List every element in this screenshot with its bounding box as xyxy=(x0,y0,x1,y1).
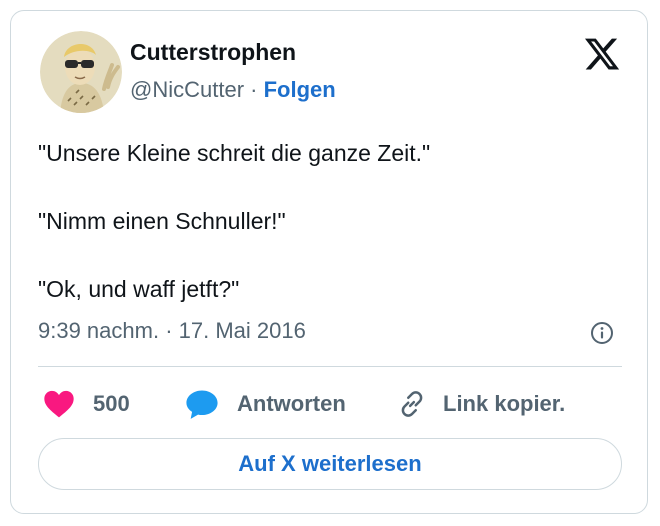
tweet-line: "Unsere Kleine schreit die ganze Zeit." xyxy=(38,140,431,166)
reply-button[interactable]: Antworten xyxy=(185,387,346,421)
author-handle[interactable]: @NicCutter xyxy=(130,77,244,102)
tweet-line: "Ok, und waff jetft?" xyxy=(38,276,240,302)
link-icon xyxy=(401,391,423,417)
x-logo-icon[interactable] xyxy=(583,35,621,73)
follow-link[interactable]: Folgen xyxy=(264,77,336,102)
tweet-timestamp[interactable]: 9:39 nachm. · 17. Mai 2016 xyxy=(38,318,306,344)
like-count: 500 xyxy=(93,391,130,416)
reply-label: Antworten xyxy=(237,391,346,416)
author-name[interactable]: Cutterstrophen xyxy=(130,39,296,66)
speech-bubble-icon xyxy=(186,390,218,419)
author-avatar[interactable] xyxy=(40,31,122,113)
like-button[interactable]: 500 xyxy=(43,387,130,421)
illustrated-avatar-icon xyxy=(40,31,122,113)
divider xyxy=(38,366,622,367)
separator-dot: · xyxy=(250,77,258,102)
author-handle-row: @NicCutter · Folgen xyxy=(130,77,336,103)
tweet-text: "Unsere Kleine schreit die ganze Zeit." … xyxy=(38,138,430,304)
read-more-button[interactable]: Auf X weiterlesen xyxy=(38,438,622,490)
copy-link-label: Link kopier. xyxy=(443,391,566,416)
tweet-card: Cutterstrophen @NicCutter · Folgen "Unse… xyxy=(10,10,648,514)
tweet-line: "Nimm einen Schnuller!" xyxy=(38,208,286,234)
copy-link-button[interactable]: Link kopier. xyxy=(397,387,565,421)
info-icon[interactable] xyxy=(590,321,614,345)
heart-icon xyxy=(44,390,74,418)
